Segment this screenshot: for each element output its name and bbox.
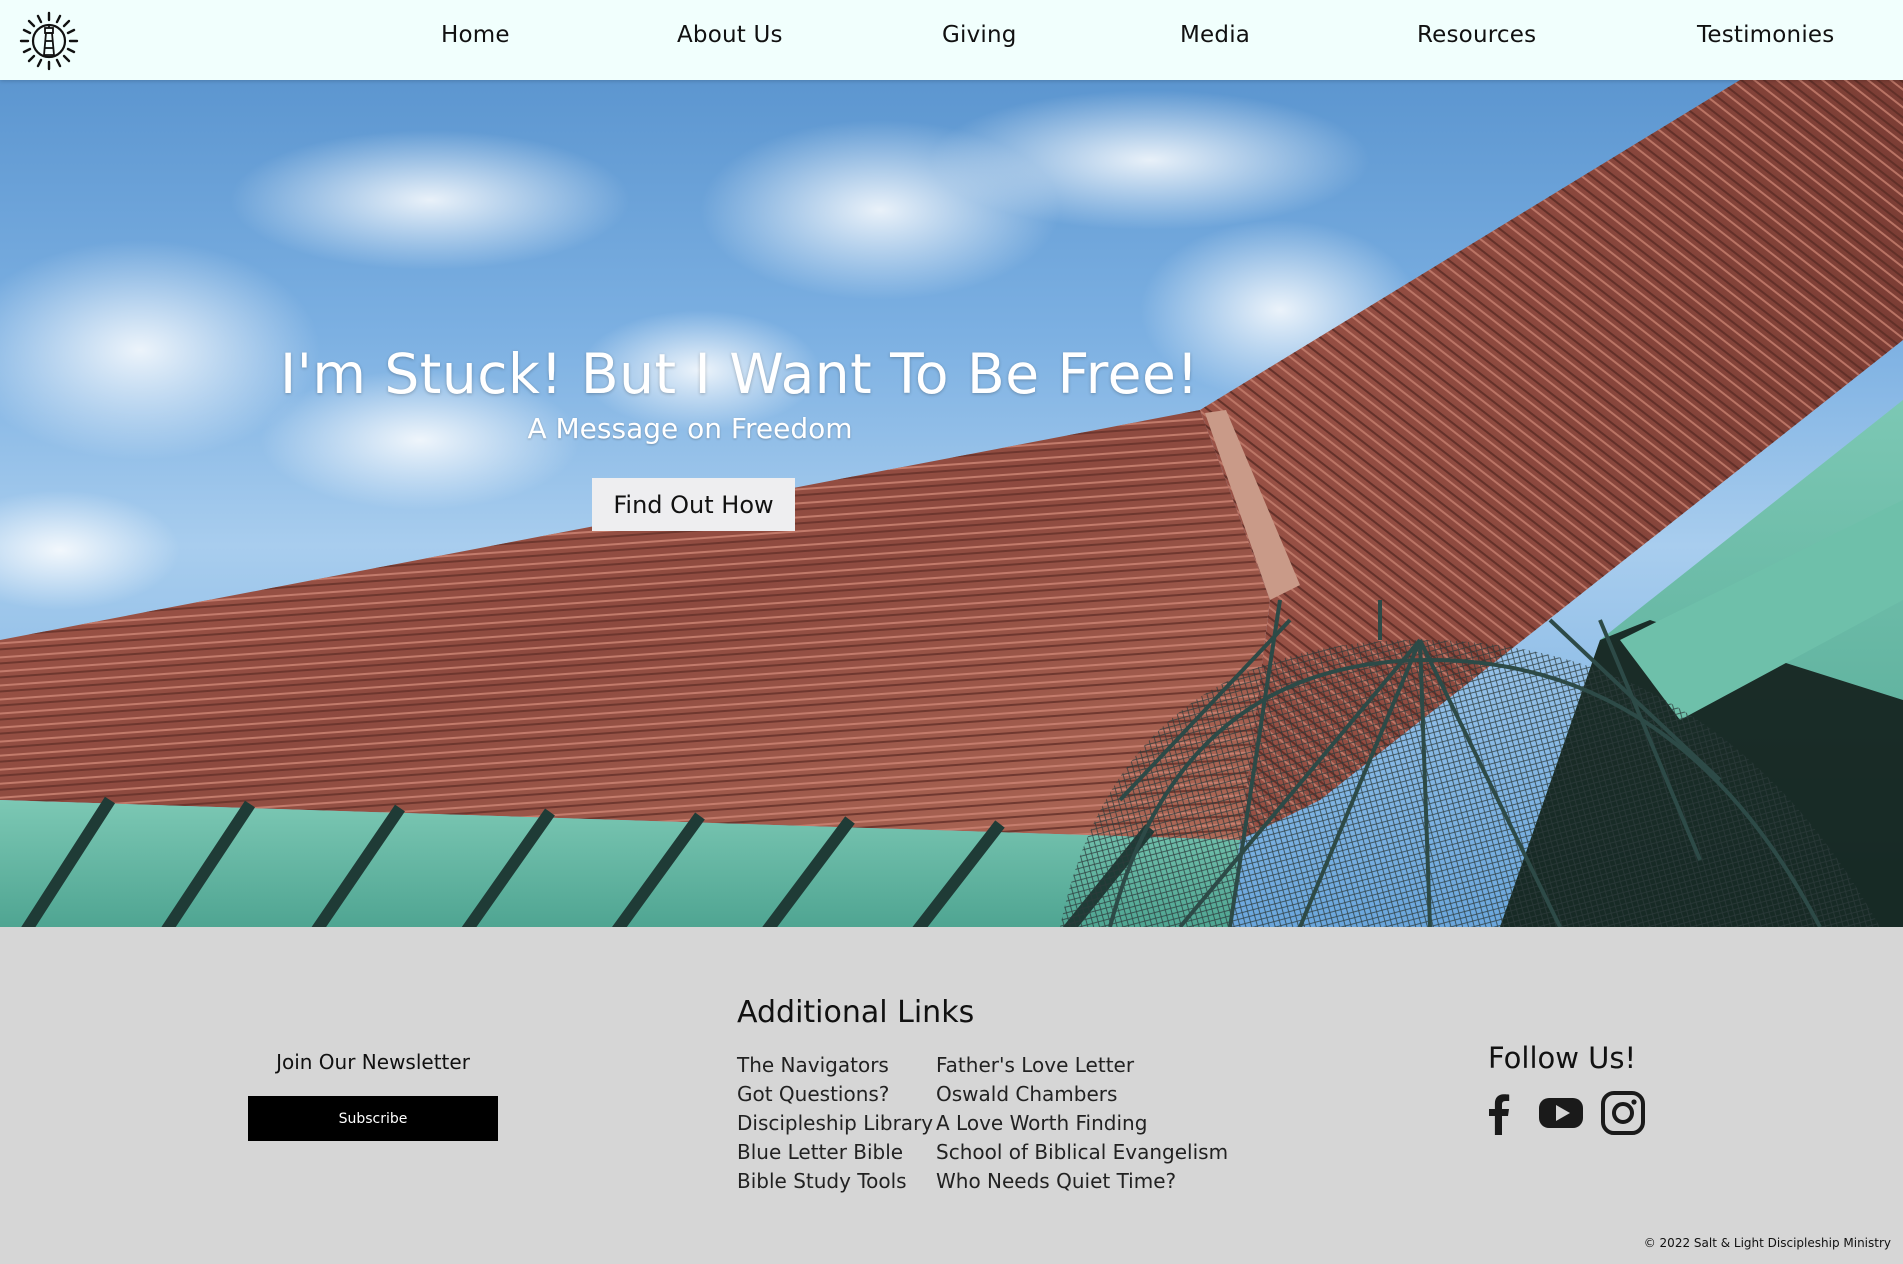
find-out-how-button[interactable]: Find Out How: [592, 478, 795, 531]
link-school-of-biblical-evangelism[interactable]: School of Biblical Evangelism: [936, 1138, 1228, 1167]
links-column-2: Father's Love Letter Oswald Chambers A L…: [936, 1051, 1228, 1196]
sun-lighthouse-logo-icon[interactable]: [19, 11, 79, 71]
follow-us-heading: Follow Us!: [1488, 1041, 1637, 1075]
nav-testimonies[interactable]: Testimonies: [1697, 22, 1834, 48]
hero-subtitle: A Message on Freedom: [527, 412, 853, 445]
additional-links-heading: Additional Links: [737, 995, 975, 1030]
nav-media[interactable]: Media: [1180, 22, 1250, 48]
copyright-text: © 2022 Salt & Light Discipleship Ministr…: [1643, 1236, 1891, 1250]
nav-home[interactable]: Home: [441, 22, 510, 48]
hero-section: I'm Stuck! But I Want To Be Free! A Mess…: [0, 80, 1903, 927]
hero-title: I'm Stuck! But I Want To Be Free!: [280, 342, 1199, 406]
newsletter-title: Join Our Newsletter: [276, 1050, 470, 1074]
site-header: Home About Us Giving Media Resources Tes…: [0, 0, 1903, 80]
link-discipleship-library[interactable]: Discipleship Library: [737, 1109, 933, 1138]
nav-resources[interactable]: Resources: [1417, 22, 1536, 48]
hero-background-image: [0, 80, 1903, 927]
link-oswald-chambers[interactable]: Oswald Chambers: [936, 1080, 1228, 1109]
youtube-icon[interactable]: [1537, 1089, 1585, 1137]
link-got-questions[interactable]: Got Questions?: [737, 1080, 933, 1109]
instagram-icon[interactable]: [1599, 1089, 1647, 1137]
link-bible-study-tools[interactable]: Bible Study Tools: [737, 1167, 933, 1196]
link-the-navigators[interactable]: The Navigators: [737, 1051, 933, 1080]
subscribe-button[interactable]: Subscribe: [248, 1096, 498, 1141]
links-column-1: The Navigators Got Questions? Disciplesh…: [737, 1051, 933, 1196]
link-fathers-love-letter[interactable]: Father's Love Letter: [936, 1051, 1228, 1080]
link-blue-letter-bible[interactable]: Blue Letter Bible: [737, 1138, 933, 1167]
nav-giving[interactable]: Giving: [942, 22, 1017, 48]
facebook-icon[interactable]: [1475, 1089, 1523, 1137]
nav-about-us[interactable]: About Us: [677, 22, 783, 48]
link-who-needs-quiet-time[interactable]: Who Needs Quiet Time?: [936, 1167, 1228, 1196]
link-a-love-worth-finding[interactable]: A Love Worth Finding: [936, 1109, 1228, 1138]
